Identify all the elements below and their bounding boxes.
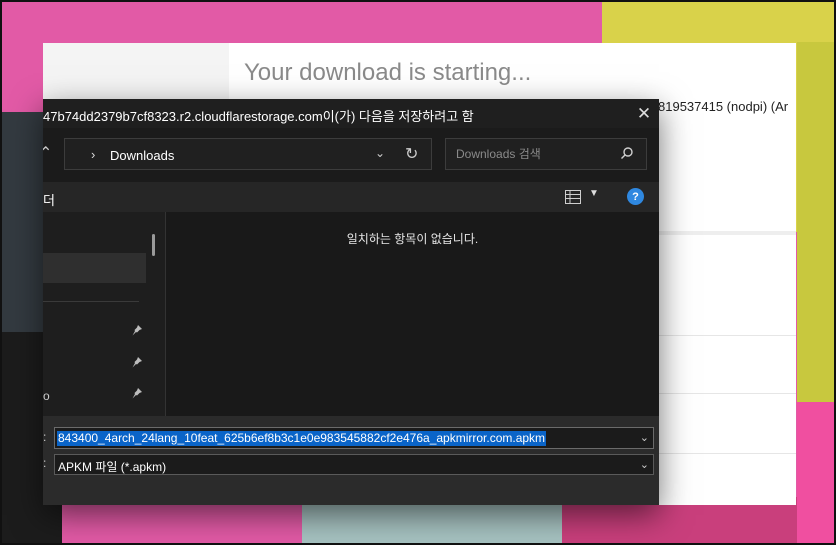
breadcrumb-downloads[interactable]: Downloads	[110, 148, 174, 163]
dialog-titlebar[interactable]: 47b74dd2379b7cf8323.r2.cloudflarestorage…	[43, 99, 659, 128]
download-heading: Your download is starting...	[244, 59, 532, 86]
up-chevron-icon[interactable]: ⌃	[43, 143, 52, 163]
nav-item-selected[interactable]	[43, 253, 146, 283]
file-list[interactable]: 일치하는 항목이 없습니다.	[166, 212, 659, 416]
refresh-icon[interactable]: ↻	[405, 144, 418, 164]
view-options-icon[interactable]	[565, 190, 581, 204]
wallpaper-green	[797, 42, 834, 402]
search-icon[interactable]	[620, 146, 634, 160]
new-folder-button[interactable]: 더	[43, 190, 55, 209]
close-button[interactable]: ✕	[629, 99, 659, 128]
navigation-pane: o	[43, 212, 166, 416]
address-bar[interactable]: › Downloads ⌄ ↻	[64, 138, 432, 170]
address-dropdown-icon[interactable]: ⌄	[375, 146, 385, 160]
search-box[interactable]	[445, 138, 647, 170]
save-options-panel: : 843400_4arch_24lang_10feat_625b6ef8b3c…	[43, 416, 659, 505]
pin-icon	[132, 388, 142, 399]
file-name-label: :	[43, 430, 47, 444]
empty-state-message: 일치하는 항목이 없습니다.	[346, 232, 479, 246]
file-name-dropdown-icon[interactable]: ⌄	[640, 431, 649, 444]
nav-scrollbar[interactable]	[152, 234, 155, 256]
command-bar: 더 ▼ ?	[43, 182, 659, 212]
navigation-toolbar: ⌃ › Downloads ⌄ ↻	[43, 128, 659, 182]
file-name-input[interactable]: 843400_4arch_24lang_10feat_625b6ef8b3c1e…	[57, 431, 547, 446]
view-dropdown-icon[interactable]: ▼	[589, 188, 599, 199]
download-file-info: 819537415 (nodpi) (Ar	[658, 99, 789, 114]
search-input[interactable]	[456, 147, 606, 161]
file-type-select[interactable]: APKM 파일 (*.apkm) ⌄	[54, 454, 654, 475]
wallpaper-right	[797, 402, 834, 543]
dialog-title: 47b74dd2379b7cf8323.r2.cloudflarestorage…	[43, 109, 474, 124]
save-as-dialog: 47b74dd2379b7cf8323.r2.cloudflarestorage…	[43, 99, 659, 505]
file-type-dropdown-icon[interactable]: ⌄	[640, 458, 649, 471]
close-icon: ✕	[636, 103, 652, 123]
desktop-wallpaper: Your download is starting... 819537415 (…	[0, 0, 836, 545]
nav-item-label[interactable]: o	[43, 389, 50, 403]
breadcrumb-chevron-icon: ›	[91, 147, 96, 162]
file-type-label: :	[43, 456, 47, 470]
pin-icon	[132, 357, 142, 368]
file-type-value: APKM 파일 (*.apkm)	[58, 460, 167, 474]
help-icon[interactable]: ?	[627, 188, 644, 205]
nav-separator	[43, 301, 139, 302]
pin-icon	[132, 325, 142, 336]
file-name-field[interactable]: 843400_4arch_24lang_10feat_625b6ef8b3c1e…	[54, 427, 654, 449]
